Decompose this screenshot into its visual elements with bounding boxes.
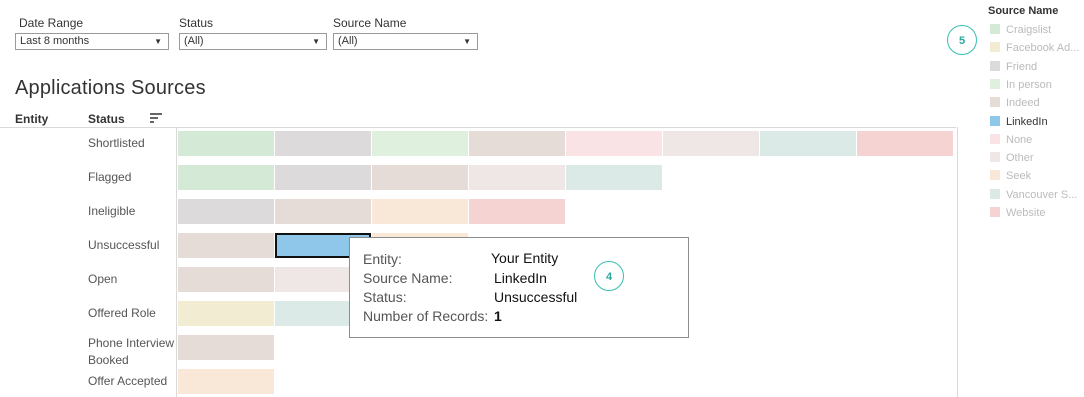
legend-swatch <box>990 133 1000 144</box>
chart-cell[interactable] <box>372 165 468 190</box>
date-range-label: Date Range <box>19 16 84 30</box>
legend-item[interactable]: Facebook Ad... <box>990 42 1079 56</box>
chart-cell[interactable] <box>178 301 274 326</box>
chart-cell[interactable] <box>178 131 274 156</box>
legend-item[interactable]: Website <box>990 207 1046 221</box>
status-filter: Status (All) ▼ <box>179 16 327 50</box>
legend-item-label: Craigslist <box>1006 24 1052 36</box>
tooltip-records-label: Number of Records: <box>363 308 489 324</box>
legend-item-label: Seek <box>1006 170 1032 183</box>
chart-cell[interactable] <box>469 165 565 190</box>
chart-cell[interactable] <box>469 131 565 156</box>
legend-item[interactable]: LinkedIn <box>990 115 1048 130</box>
status-row-label: Ineligible <box>88 204 136 218</box>
sort-icon[interactable] <box>150 113 162 123</box>
legend-step-badge: 5 <box>947 25 977 55</box>
chart-cell[interactable] <box>275 131 371 156</box>
chart-cell[interactable] <box>178 165 274 190</box>
status-row-label: Open <box>88 272 118 286</box>
legend-item[interactable]: Vancouver S... <box>990 188 1078 203</box>
chart-cell[interactable] <box>760 131 856 156</box>
chevron-down-icon: ▼ <box>463 37 471 46</box>
tooltip-entity-label: Entity: <box>363 251 402 267</box>
legend-swatch <box>990 188 1000 199</box>
legend-item-label: None <box>1006 133 1033 146</box>
source-name-filter-label: Source Name <box>333 16 407 30</box>
chart-cell[interactable] <box>566 131 662 156</box>
legend-item-label: LinkedIn <box>1006 115 1048 128</box>
chevron-down-icon: ▼ <box>312 37 320 46</box>
legend-item[interactable]: Other <box>990 152 1034 166</box>
legend-item[interactable]: Craigslist <box>990 24 1051 38</box>
legend-item-label: Website <box>1006 207 1046 219</box>
legend-item-label: Other <box>1006 152 1034 165</box>
legend-swatch <box>990 170 1000 181</box>
legend-swatch <box>990 42 1000 53</box>
status-column-header: Status <box>88 112 125 126</box>
source-name-filter-value: (All) <box>338 35 358 47</box>
chart-cell[interactable] <box>663 131 759 156</box>
legend-item-label: Indeed <box>1006 97 1040 110</box>
status-row-label: Offer Accepted <box>88 374 168 388</box>
legend-swatch <box>990 207 1000 217</box>
chart-cell[interactable] <box>372 199 468 224</box>
chart-cell[interactable] <box>275 165 371 190</box>
legend-title: Source Name <box>988 5 1059 17</box>
date-range-select[interactable]: Last 8 months ▼ <box>15 33 169 50</box>
chart-cell[interactable] <box>372 131 468 156</box>
tooltip: Entity: Your Entity Source Name: LinkedI… <box>349 237 689 338</box>
status-select[interactable]: (All) ▼ <box>179 33 327 50</box>
legend-swatch <box>990 78 1000 89</box>
date-range-value: Last 8 months <box>20 35 90 47</box>
tooltip-records-value: 1 <box>494 308 502 324</box>
legend-swatch <box>990 97 1000 108</box>
chart-cell[interactable] <box>469 199 565 224</box>
legend-swatch <box>990 115 1000 126</box>
chart-cell[interactable] <box>178 233 274 258</box>
entity-column-header: Entity <box>15 112 49 126</box>
chevron-down-icon: ▼ <box>154 37 162 46</box>
source-name-select[interactable]: (All) ▼ <box>333 33 478 50</box>
chart-cell[interactable] <box>178 199 274 224</box>
legend-item[interactable]: Seek <box>990 170 1031 184</box>
chart-cell[interactable] <box>275 199 371 224</box>
status-row-label: Phone Interview Booked <box>88 336 175 367</box>
legend-item-label: In person <box>1006 78 1052 91</box>
legend-item[interactable]: In person <box>990 78 1052 93</box>
tooltip-source-label: Source Name: <box>363 270 453 286</box>
legend-swatch <box>990 24 1000 34</box>
tooltip-source-value: LinkedIn <box>494 270 547 286</box>
legend-swatch <box>990 152 1000 163</box>
legend-swatch <box>990 60 1000 71</box>
status-row-label: Shortlisted <box>88 136 145 150</box>
source-name-filter: Source Name (All) ▼ <box>333 16 478 50</box>
status-filter-label: Status <box>179 16 214 30</box>
tooltip-status-value: Unsuccessful <box>494 289 578 305</box>
tooltip-status-label: Status: <box>363 289 407 305</box>
legend-item[interactable]: Friend <box>990 60 1038 75</box>
status-row-label: Flagged <box>88 170 132 184</box>
legend-item[interactable]: None <box>990 133 1033 148</box>
chart-cell[interactable] <box>178 267 274 292</box>
tooltip-entity-value: Your Entity <box>491 250 559 266</box>
status-filter-value: (All) <box>184 35 204 47</box>
status-row-label: Offered Role <box>88 306 156 320</box>
chart-cell[interactable] <box>857 131 953 156</box>
chart-cell[interactable] <box>178 369 274 394</box>
status-row-label: Unsuccessful <box>88 238 160 252</box>
legend-item-label: Friend <box>1006 60 1038 73</box>
legend-item-label: Vancouver S... <box>1006 188 1078 201</box>
chart-cell[interactable] <box>566 165 662 190</box>
legend-item-label: Facebook Ad... <box>1006 42 1080 55</box>
tooltip-step-badge: 4 <box>594 261 624 291</box>
legend-item[interactable]: Indeed <box>990 97 1040 111</box>
chart-title: Applications Sources <box>15 77 206 99</box>
chart-cell[interactable] <box>178 335 274 360</box>
date-range-filter: Date Range Last 8 months ▼ <box>15 16 169 50</box>
